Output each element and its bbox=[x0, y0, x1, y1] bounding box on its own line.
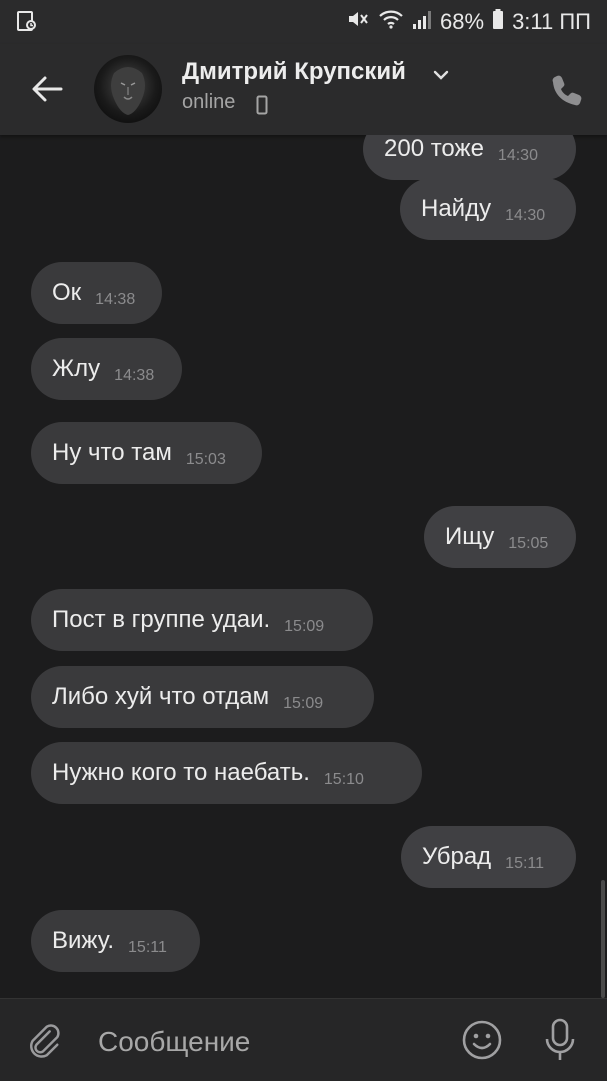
message-bubble-out[interactable]: Найду 14:30 bbox=[400, 178, 576, 240]
back-arrow-icon[interactable] bbox=[28, 70, 66, 108]
message-text: Пост в группе удаи. bbox=[52, 606, 271, 633]
battery-icon bbox=[492, 8, 504, 36]
emoji-icon[interactable] bbox=[461, 1019, 503, 1061]
avatar[interactable] bbox=[94, 55, 162, 123]
mobile-device-icon bbox=[256, 95, 268, 115]
message-time: 15:11 bbox=[505, 855, 545, 872]
message-composer bbox=[0, 998, 607, 1081]
message-input[interactable] bbox=[96, 1021, 440, 1063]
contact-name[interactable]: Дмитрий Крупский bbox=[182, 58, 406, 86]
status-bar: 68% 3:11 ПП bbox=[0, 0, 607, 44]
signal-icon bbox=[412, 8, 432, 36]
message-time: 14:30 bbox=[505, 207, 546, 224]
message-time: 15:09 bbox=[283, 695, 324, 712]
message-bubble-in[interactable]: Вижу. 15:11 bbox=[31, 910, 200, 972]
microphone-icon[interactable] bbox=[542, 1017, 578, 1063]
message-bubble-in[interactable]: Ну что там 15:03 bbox=[31, 422, 262, 484]
message-text: Вижу. bbox=[52, 927, 115, 954]
scrollbar[interactable] bbox=[601, 880, 605, 998]
message-list[interactable]: 200 тоже 14:30 Найду 14:30 Ок 14:38 Жлу … bbox=[0, 135, 607, 998]
message-bubble-in[interactable]: Пост в группе удаи. 15:09 bbox=[31, 589, 373, 651]
message-bubble-in[interactable]: Ок 14:38 bbox=[31, 262, 162, 324]
phone-call-icon[interactable] bbox=[548, 70, 586, 108]
message-time: 15:03 bbox=[185, 451, 226, 468]
message-bubble-out[interactable]: Ищу 15:05 bbox=[424, 506, 576, 568]
message-text: Найду bbox=[421, 195, 492, 222]
message-text: Ну что там bbox=[52, 439, 172, 466]
chat-header: Дмитрий Крупский online bbox=[0, 44, 607, 135]
message-time: 15:09 bbox=[284, 618, 325, 635]
message-bubble-in[interactable]: Нужно кого то наебать. 15:10 bbox=[31, 742, 422, 804]
message-time: 15:11 bbox=[128, 939, 167, 956]
message-text: Убрад bbox=[422, 843, 492, 870]
message-bubble-in[interactable]: Либо хуй что отдам 15:09 bbox=[31, 666, 374, 728]
message-text: Либо хуй что отдам bbox=[52, 683, 270, 710]
message-text: Ищу bbox=[445, 523, 495, 550]
attach-icon[interactable] bbox=[28, 1021, 64, 1061]
message-bubble-out[interactable]: Убрад 15:11 bbox=[401, 826, 576, 888]
mute-icon bbox=[346, 8, 370, 36]
screenshot-icon bbox=[16, 10, 38, 38]
message-time: 15:10 bbox=[323, 771, 364, 788]
message-text: 200 тоже bbox=[384, 135, 484, 162]
message-time: 14:38 bbox=[114, 367, 155, 384]
message-text: Ок bbox=[52, 279, 82, 306]
message-text: Нужно кого то наебать. bbox=[52, 759, 310, 786]
message-text: Жлу bbox=[52, 355, 101, 382]
wifi-icon bbox=[378, 8, 404, 36]
battery-percent: 68% bbox=[440, 9, 485, 34]
message-time: 15:05 bbox=[508, 535, 549, 552]
message-time: 14:30 bbox=[497, 147, 538, 164]
message-time: 14:38 bbox=[95, 291, 136, 308]
message-bubble-in[interactable]: Жлу 14:38 bbox=[31, 338, 182, 400]
clock: 3:11 ПП bbox=[512, 9, 591, 34]
message-bubble-out[interactable]: 200 тоже 14:30 bbox=[363, 135, 576, 180]
contact-status: online bbox=[182, 91, 236, 113]
chevron-down-icon[interactable] bbox=[432, 68, 450, 80]
